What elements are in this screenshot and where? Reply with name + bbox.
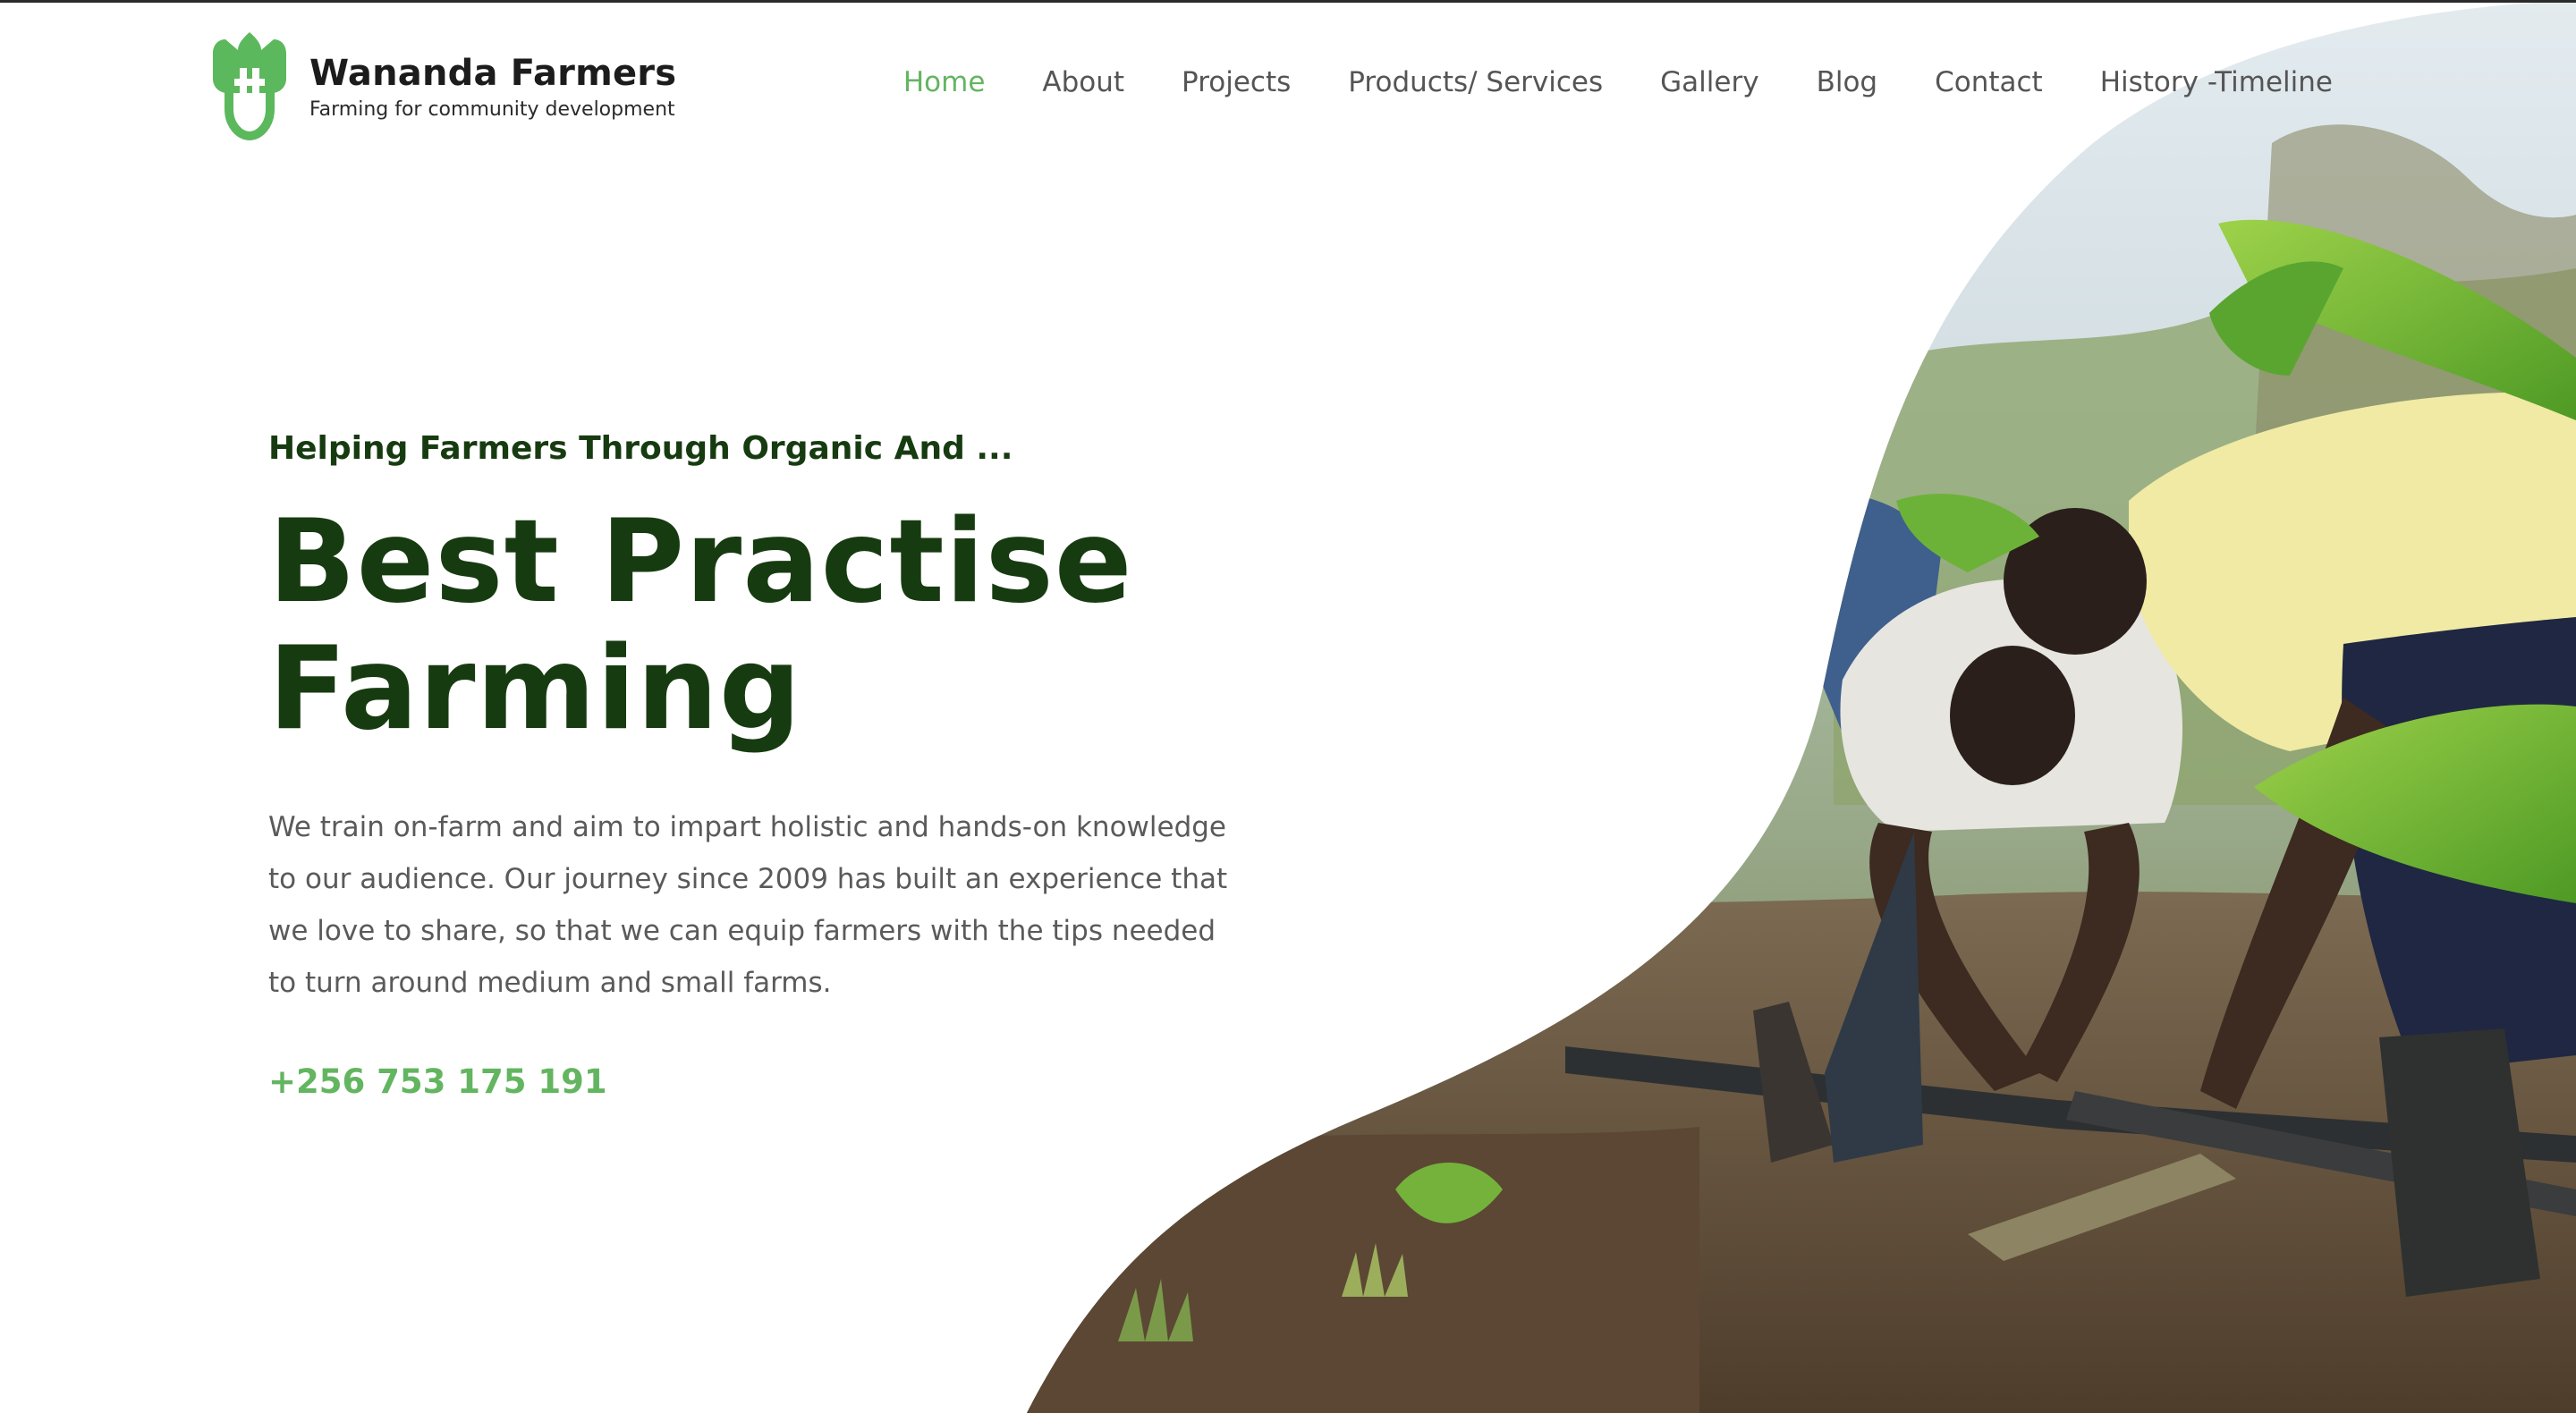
hero-section: Helping Farmers Through Organic And ... … bbox=[268, 420, 1270, 1101]
nav-gallery[interactable]: Gallery bbox=[1660, 66, 1758, 98]
nav-blog[interactable]: Blog bbox=[1817, 66, 1878, 98]
brand-tagline: Farming for community development bbox=[309, 98, 675, 121]
site-header: Wananda Farmers Farming for community de… bbox=[0, 0, 2576, 161]
brand-name: Wananda Farmers bbox=[309, 53, 677, 94]
leaf-plug-logo-icon bbox=[213, 32, 286, 141]
page: Wananda Farmers Farming for community de… bbox=[0, 0, 2576, 1413]
logo-text: Wananda Farmers Farming for community de… bbox=[309, 51, 676, 123]
main-nav: Home About Projects Products/ Services G… bbox=[903, 66, 2333, 98]
nav-history-timeline[interactable]: History -Timeline bbox=[2100, 66, 2333, 98]
top-border bbox=[0, 0, 2576, 3]
nav-projects[interactable]: Projects bbox=[1182, 66, 1291, 98]
site-logo[interactable]: Wananda Farmers Farming for community de… bbox=[211, 32, 676, 141]
hero-eyebrow: Helping Farmers Through Organic And ... bbox=[268, 430, 1013, 467]
hero-headline-line1: Best Practise bbox=[268, 495, 1133, 629]
nav-home[interactable]: Home bbox=[903, 66, 986, 98]
phone-link[interactable]: +256 753 175 191 bbox=[268, 1062, 607, 1101]
nav-products-services[interactable]: Products/ Services bbox=[1348, 66, 1603, 98]
nav-contact[interactable]: Contact bbox=[1935, 66, 2043, 98]
nav-about[interactable]: About bbox=[1042, 66, 1124, 98]
hero-headline: Best Practise Farming bbox=[268, 499, 1270, 753]
hero-headline-line2: Farming bbox=[268, 622, 802, 756]
hero-body: We train on-farm and aim to impart holis… bbox=[268, 811, 1228, 999]
